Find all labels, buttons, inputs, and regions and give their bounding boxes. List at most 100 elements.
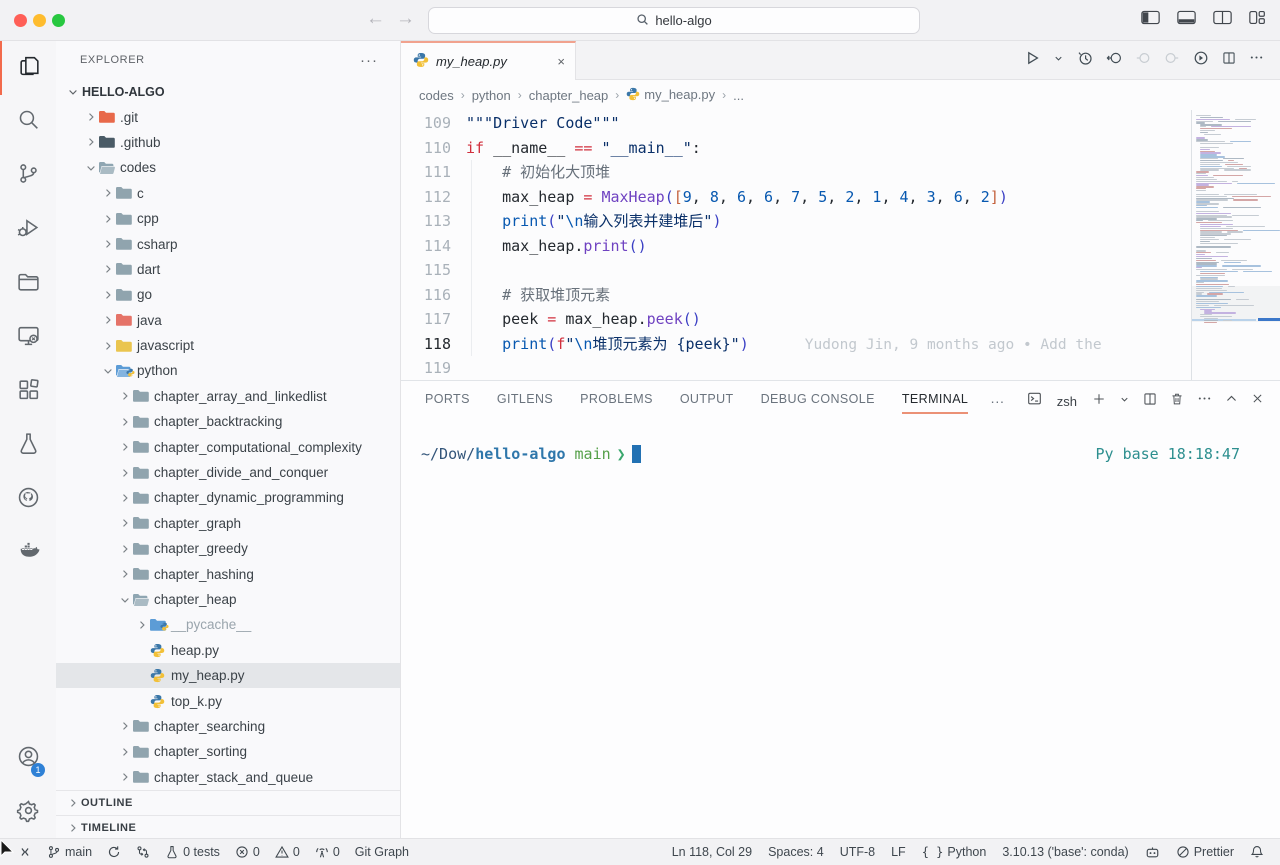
launch-profile-dropdown-icon[interactable] — [1119, 392, 1130, 410]
status-copilot[interactable] — [1145, 845, 1160, 860]
tree-item-csharp[interactable]: csharp — [56, 231, 400, 256]
run-dropdown-icon[interactable] — [1053, 51, 1064, 69]
tree-item-cpp[interactable]: cpp — [56, 206, 400, 231]
activity-item-project-manager[interactable] — [0, 257, 56, 311]
status-language-mode[interactable]: { }Python — [922, 845, 987, 859]
zoom-window-button[interactable] — [52, 14, 65, 27]
status-indentation[interactable]: Spaces: 4 — [768, 845, 824, 859]
tree-item-c[interactable]: c — [56, 181, 400, 206]
activity-item-remote-explorer[interactable] — [0, 311, 56, 365]
tab-my-heap-py[interactable]: my_heap.py × — [401, 41, 576, 80]
breadcrumb-item-python[interactable]: python — [472, 88, 511, 103]
forward-button[interactable]: → — [396, 8, 415, 30]
tree-item-go[interactable]: go — [56, 282, 400, 307]
activity-item-run-debug[interactable] — [0, 203, 56, 257]
code-editor[interactable]: 109110111112113114115116117118119 """Dri… — [401, 110, 1280, 380]
command-center-search[interactable]: hello-algo — [428, 7, 920, 34]
tree-item-chapter_dynamic_programming[interactable]: chapter_dynamic_programming — [56, 485, 400, 510]
new-terminal-icon[interactable] — [1092, 392, 1106, 411]
more-actions-icon[interactable] — [1249, 50, 1264, 70]
panel-tab-debug-console[interactable]: DEBUG CONSOLE — [761, 388, 875, 414]
activity-item-settings[interactable] — [0, 786, 56, 840]
explorer-more-actions-icon[interactable]: ··· — [360, 52, 378, 69]
terminal-profile-icon[interactable] — [1027, 391, 1042, 411]
tree-item-my_heap.py[interactable]: my_heap.py — [56, 663, 400, 688]
tree-item-.git[interactable]: .git — [56, 104, 400, 129]
terminal-shell-label[interactable]: zsh — [1057, 394, 1077, 409]
activity-item-testing[interactable] — [0, 419, 56, 473]
activity-item-accounts[interactable]: 1 — [0, 732, 56, 786]
tree-item-dart[interactable]: dart — [56, 257, 400, 282]
status-prettier[interactable]: Prettier — [1176, 845, 1234, 859]
status-git-graph[interactable]: Git Graph — [355, 845, 409, 859]
close-window-button[interactable] — [14, 14, 27, 27]
status-warnings[interactable]: 0 — [275, 845, 300, 859]
tree-item-chapter_graph[interactable]: chapter_graph — [56, 511, 400, 536]
minimap[interactable] — [1191, 110, 1280, 380]
breadcrumb-item-codes[interactable]: codes — [419, 88, 454, 103]
panel-tab-ports[interactable]: PORTS — [425, 388, 470, 414]
status-encoding[interactable]: UTF-8 — [840, 845, 875, 859]
terminal[interactable]: ~/Dow/hello-algo main❯ Py base 18:18:47 — [401, 421, 1280, 840]
panel-more-tabs-icon[interactable]: ··· — [990, 393, 1004, 409]
close-panel-icon[interactable] — [1251, 392, 1264, 410]
tree-item-chapter_sorting[interactable]: chapter_sorting — [56, 739, 400, 764]
panel-tab-terminal[interactable]: TERMINAL — [902, 388, 968, 414]
status-remote-indicator[interactable] — [18, 845, 32, 859]
toggle-panel-icon[interactable] — [1177, 10, 1196, 25]
status-broadcast-count[interactable]: 0 — [315, 845, 340, 859]
toggle-secondary-sidebar-icon[interactable] — [1213, 10, 1232, 25]
open-changes-icon[interactable] — [1106, 50, 1122, 71]
split-terminal-icon[interactable] — [1143, 392, 1157, 411]
tree-item-top_k.py[interactable]: top_k.py — [56, 688, 400, 713]
status-cursor-position[interactable]: Ln 118, Col 29 — [672, 845, 752, 859]
status-git-branch[interactable]: main — [47, 845, 92, 859]
status-eol[interactable]: LF — [891, 845, 906, 859]
activity-item-source-control[interactable] — [0, 149, 56, 203]
tree-item-chapter_computational_complexity[interactable]: chapter_computational_complexity — [56, 434, 400, 459]
status-test-results[interactable]: 0 tests — [165, 845, 220, 859]
activity-item-github[interactable] — [0, 473, 56, 527]
activity-item-search[interactable] — [0, 95, 56, 149]
tree-root-hello-algo[interactable]: HELLO-ALGO — [56, 79, 400, 104]
activity-item-explorer[interactable] — [0, 41, 56, 95]
minimize-window-button[interactable] — [33, 14, 46, 27]
tree-item-chapter_greedy[interactable]: chapter_greedy — [56, 536, 400, 561]
tree-item-java[interactable]: java — [56, 308, 400, 333]
tree-item-chapter_hashing[interactable]: chapter_hashing — [56, 561, 400, 586]
tree-item-heap.py[interactable]: heap.py — [56, 638, 400, 663]
status-sync-changes[interactable] — [107, 845, 121, 859]
tree-item-__pycache__[interactable]: __pycache__ — [56, 612, 400, 637]
gitlens-graph-icon[interactable] — [1193, 50, 1209, 71]
sidebar-section-outline[interactable]: OUTLINE — [56, 790, 400, 815]
tree-item-javascript[interactable]: javascript — [56, 333, 400, 358]
sidebar-section-timeline[interactable]: TIMELINE — [56, 815, 400, 840]
breadcrumb-item-my_heap-py[interactable]: my_heap.py — [626, 87, 715, 104]
panel-tab-problems[interactable]: PROBLEMS — [580, 388, 653, 414]
activity-item-docker[interactable] — [0, 527, 56, 581]
back-button[interactable]: ← — [366, 8, 385, 30]
tree-item-chapter_heap[interactable]: chapter_heap — [56, 587, 400, 612]
tree-item-chapter_backtracking[interactable]: chapter_backtracking — [56, 409, 400, 434]
panel-more-actions-icon[interactable] — [1197, 391, 1212, 411]
tree-item-chapter_stack_and_queue[interactable]: chapter_stack_and_queue — [56, 765, 400, 790]
tree-item-chapter_searching[interactable]: chapter_searching — [56, 714, 400, 739]
split-editor-icon[interactable] — [1222, 51, 1236, 70]
file-history-icon[interactable] — [1077, 50, 1093, 71]
close-tab-icon[interactable]: × — [557, 54, 565, 69]
status-errors[interactable]: 0 — [235, 845, 260, 859]
prev-change-icon[interactable] — [1135, 50, 1151, 71]
customize-layout-icon[interactable] — [1249, 10, 1266, 25]
breadcrumb-item-chapter_heap[interactable]: chapter_heap — [529, 88, 609, 103]
panel-tab-output[interactable]: OUTPUT — [680, 388, 734, 414]
status-git-compare[interactable] — [136, 845, 150, 859]
tree-item-codes[interactable]: codes — [56, 155, 400, 180]
tree-item-python[interactable]: python — [56, 358, 400, 383]
status-python-interpreter[interactable]: 3.10.13 ('base': conda) — [1002, 845, 1128, 859]
toggle-sidebar-icon[interactable] — [1141, 10, 1160, 25]
breadcrumb-item--[interactable]: ... — [733, 88, 744, 103]
run-icon[interactable] — [1024, 50, 1040, 71]
status-notifications[interactable] — [1250, 845, 1264, 859]
tree-item-chapter_divide_and_conquer[interactable]: chapter_divide_and_conquer — [56, 460, 400, 485]
tree-item-.github[interactable]: .github — [56, 130, 400, 155]
